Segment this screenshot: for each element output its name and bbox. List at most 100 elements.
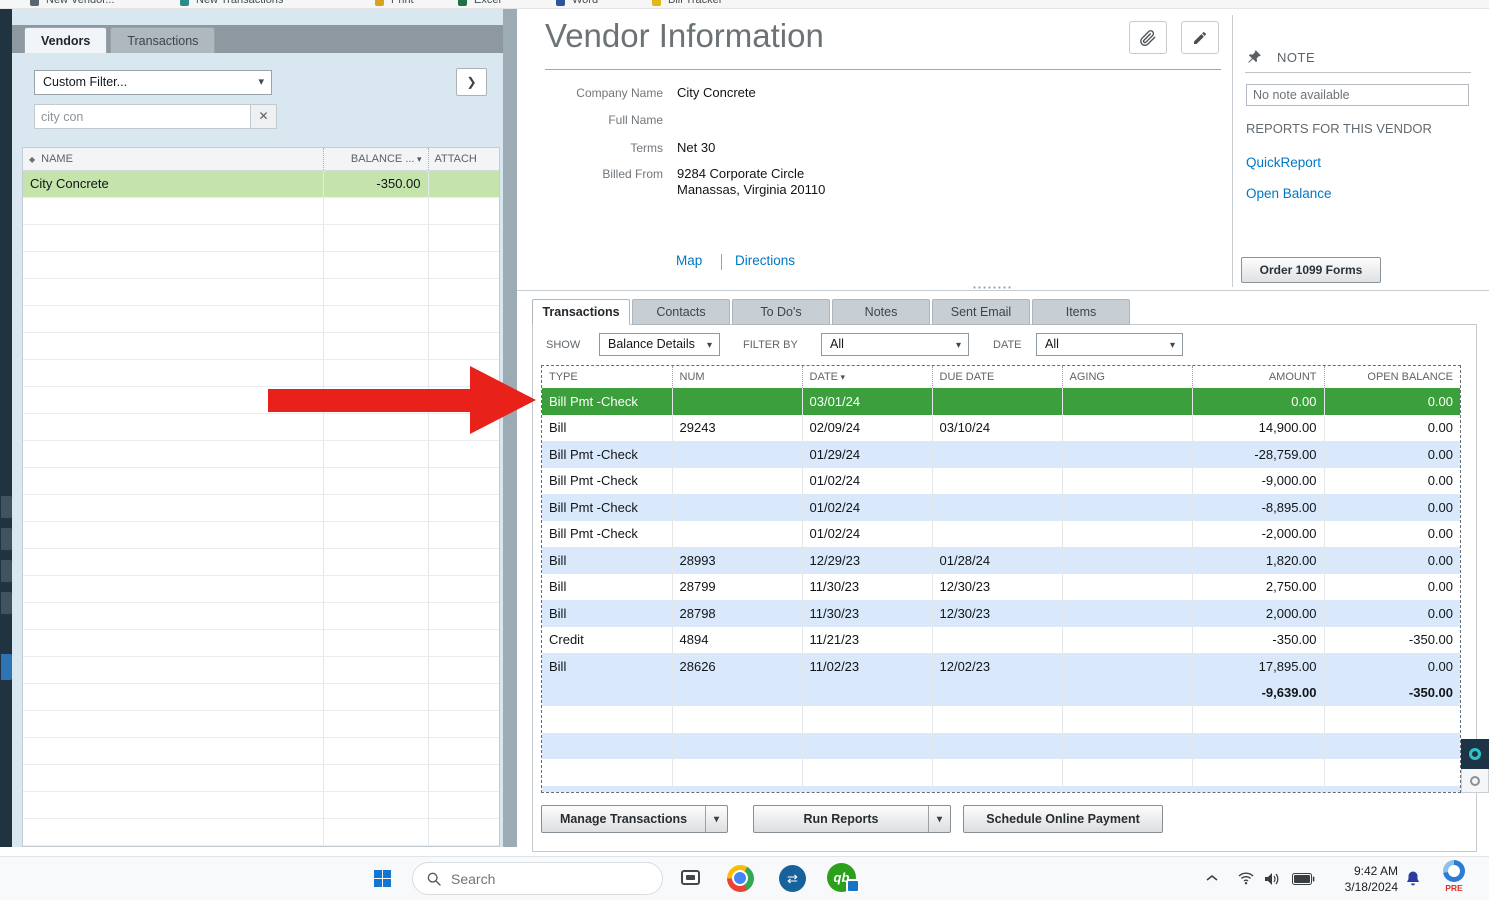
floating-widget-button[interactable] (1461, 769, 1489, 793)
clock-time: 9:42 AM (1353, 864, 1398, 878)
splitter-grip[interactable] (972, 285, 1012, 290)
left-nav-rail (0, 9, 12, 847)
bill-tracker-icon (652, 0, 661, 6)
note-input[interactable] (1246, 84, 1469, 106)
toolbar-label: New Transactions (196, 0, 284, 6)
transactions-tab-bar: Transactions Contacts To Do's Notes Sent… (532, 299, 1132, 325)
billed-from-line1: 9284 Corporate Circle (677, 166, 805, 181)
column-header-date[interactable]: DATE (801, 366, 932, 388)
battery-icon[interactable] (1292, 873, 1315, 885)
manage-transactions-dropdown-arrow[interactable] (705, 806, 727, 832)
quickreport-link[interactable]: QuickReport (1246, 155, 1321, 170)
directions-link[interactable]: Directions (735, 253, 795, 268)
vendor-row-empty (23, 737, 499, 765)
tray-chevron-up-icon[interactable] (1206, 874, 1218, 882)
show-dropdown[interactable]: Balance Details (599, 333, 720, 356)
transaction-row[interactable]: Bill Pmt -Check 01/02/24 -2,000.00 0.00 (542, 520, 1460, 547)
toolbar-label: Excel (474, 0, 501, 6)
transaction-row[interactable]: Bill Pmt -Check 03/01/24 0.00 0.00 (542, 388, 1460, 415)
order-1099-forms-button[interactable]: Order 1099 Forms (1241, 257, 1381, 283)
excel-icon (458, 0, 467, 6)
transaction-row-empty (542, 706, 1460, 733)
column-header-balance: BALANCE ... (350, 152, 415, 165)
transaction-row[interactable]: Bill 28798 11/30/23 12/30/23 2,000.00 0.00 (542, 600, 1460, 627)
task-view-button[interactable] (681, 870, 700, 885)
transaction-row[interactable]: Bill 28799 11/30/23 12/30/23 2,750.00 0.00 (542, 573, 1460, 600)
manage-transactions-button[interactable]: Manage Transactions (541, 805, 728, 833)
rail-shortcut-icon[interactable] (1, 592, 12, 614)
volume-icon[interactable] (1264, 872, 1280, 886)
filter-by-dropdown[interactable]: All (821, 333, 969, 356)
transaction-row[interactable]: Bill 28626 11/02/23 12/02/23 17,895.00 0.00 (542, 653, 1460, 680)
start-button[interactable] (374, 870, 391, 892)
taskbar-clock[interactable]: 9:42 AM 3/18/2024 (1322, 863, 1398, 895)
vendor-row-empty (23, 764, 499, 792)
open-balance-link[interactable]: Open Balance (1246, 186, 1332, 201)
transaction-row[interactable]: Credit 4894 11/21/23 -350.00 -350.00 (542, 626, 1460, 653)
filter-by-dropdown-value: All (830, 337, 844, 351)
reports-for-vendor-header: REPORTS FOR THIS VENDOR (1246, 121, 1432, 136)
vendor-row-empty (23, 818, 499, 846)
field-value: Net 30 (677, 140, 716, 155)
notifications-bell-icon[interactable] (1404, 870, 1422, 888)
attach-button[interactable] (1129, 21, 1167, 54)
rail-shortcut-icon[interactable] (1, 528, 12, 550)
transactions-table-header[interactable]: TYPE NUM DATE DUE DATE AGING AMOUNT OPEN… (542, 366, 1460, 388)
print-icon (375, 0, 384, 6)
vendor-row-empty (23, 305, 499, 333)
tab-transactions-left[interactable]: Transactions (110, 27, 216, 53)
expand-panel-button[interactable] (456, 68, 487, 96)
rail-shortcut-icon[interactable] (1, 560, 12, 582)
note-divider (1245, 72, 1471, 73)
windows-logo-icon (374, 870, 391, 887)
transaction-row[interactable]: Bill Pmt -Check 01/02/24 -9,000.00 0.00 (542, 467, 1460, 494)
tab-todos[interactable]: To Do's (732, 299, 830, 325)
vendor-search-input[interactable] (34, 104, 251, 129)
tab-vendors[interactable]: Vendors (24, 27, 108, 53)
map-link[interactable]: Map (676, 253, 702, 268)
vendor-row-empty (23, 521, 499, 549)
title-divider (545, 69, 1221, 70)
transaction-row[interactable]: Bill 29243 02/09/24 03/10/24 14,900.00 0.00 (542, 414, 1460, 441)
transaction-row[interactable]: Bill 28993 12/29/23 01/28/24 1,820.00 0.00 (542, 547, 1460, 574)
tab-transactions[interactable]: Transactions (532, 299, 630, 325)
rail-shortcut-icon[interactable] (1, 496, 12, 518)
floating-helper-widget[interactable] (1461, 739, 1489, 793)
tab-items[interactable]: Items (1032, 299, 1130, 325)
clear-search-button[interactable] (251, 104, 277, 129)
pre-app-icon (1443, 860, 1465, 882)
show-dropdown-value: Balance Details (608, 337, 695, 351)
rail-shortcut-icon-active[interactable] (1, 654, 12, 680)
run-reports-dropdown-arrow[interactable] (928, 806, 950, 832)
edit-vendor-button[interactable] (1181, 21, 1219, 54)
chrome-icon[interactable] (727, 865, 754, 892)
vendor-row[interactable]: City Concrete -350.00 (23, 170, 499, 198)
transactions-table: TYPE NUM DATE DUE DATE AGING AMOUNT OPEN… (542, 366, 1460, 792)
tab-notes[interactable]: Notes (832, 299, 930, 325)
transaction-row[interactable]: Bill Pmt -Check 01/02/24 -8,895.00 0.00 (542, 494, 1460, 521)
windows-taskbar: qb 9:42 AM 3/18/2024 PRE (0, 856, 1489, 900)
date-dropdown[interactable]: All (1036, 333, 1183, 356)
vendor-list-container: NAME BALANCE ... ATTACH City Concrete-35… (22, 147, 500, 847)
show-filter-label: SHOW (546, 339, 581, 351)
tab-contacts[interactable]: Contacts (632, 299, 730, 325)
taskbar-search-input[interactable] (451, 870, 631, 887)
wifi-icon[interactable] (1238, 872, 1254, 885)
transaction-row[interactable]: Bill Pmt -Check 01/29/24 -28,759.00 0.00 (542, 441, 1460, 468)
vendor-row-empty (23, 710, 499, 738)
schedule-online-payment-button[interactable]: Schedule Online Payment (963, 805, 1163, 833)
vendor-row-empty (23, 224, 499, 252)
filter-by-label: FILTER BY (743, 339, 798, 351)
vendor-information-panel: Vendor Information Company Name City Con… (517, 9, 1489, 852)
field-value: City Concrete (677, 85, 756, 100)
custom-filter-dropdown[interactable]: Custom Filter... (34, 70, 272, 95)
tray-app-pre[interactable]: PRE (1440, 860, 1468, 893)
run-reports-label: Run Reports (803, 812, 879, 826)
taskbar-search-box[interactable] (412, 862, 663, 895)
remote-app-icon[interactable] (779, 865, 806, 892)
tab-sent-email[interactable]: Sent Email (932, 299, 1030, 325)
transaction-row-empty (542, 732, 1460, 759)
vendor-list-header[interactable]: NAME BALANCE ... ATTACH (23, 148, 499, 171)
billed-from-line2: Manassas, Virginia 20110 (677, 182, 826, 197)
run-reports-button[interactable]: Run Reports (753, 805, 951, 833)
